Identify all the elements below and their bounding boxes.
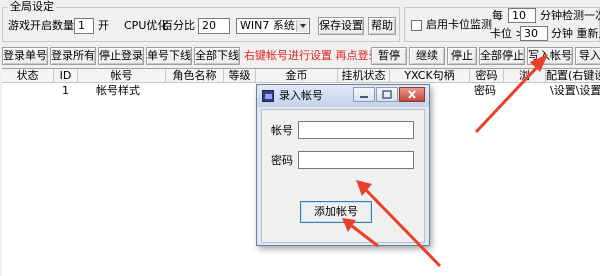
enable-card-monitor-checkbox[interactable]: [411, 20, 422, 31]
every-label: 每: [492, 9, 503, 22]
login-one-button[interactable]: 登录单号: [2, 47, 48, 65]
cell-id: 1: [62, 84, 69, 97]
header-account[interactable]: 帐号: [78, 69, 166, 83]
cell-account: 帐号样式: [96, 84, 140, 97]
import-button[interactable]: 导入: [575, 47, 600, 65]
cell-config: \设置\设置\: [550, 84, 600, 97]
dialog-titlebar[interactable]: 录入帐号: [257, 85, 429, 107]
every-suffix: 分钟检测一次一: [540, 9, 600, 22]
game-count-input[interactable]: 1: [74, 18, 94, 34]
save-settings-button[interactable]: 保存设置: [318, 17, 364, 35]
header-level[interactable]: 等级: [224, 69, 256, 83]
import-account-button[interactable]: 写入帐号: [527, 47, 573, 65]
stop-all-button[interactable]: 全部停止: [479, 47, 525, 65]
enable-card-monitor-label: 启用卡位监测: [426, 18, 492, 31]
minimize-button[interactable]: [353, 87, 375, 102]
cell-browser: [506, 84, 544, 98]
os-select[interactable]: WIN7 系统: [236, 18, 310, 34]
card-suffix: 分钟 重新上: [551, 27, 600, 40]
header-hang-status[interactable]: 挂机状态: [338, 69, 390, 83]
header-browser[interactable]: 浏: [504, 69, 546, 83]
table-header: 状态 ID 帐号 角色名称 等级 金币 挂机状态 YXCK句柄 密码 浏 配置(…: [2, 69, 600, 83]
logout-one-button[interactable]: 单号下线: [146, 47, 192, 65]
maximize-icon: [382, 90, 392, 99]
percent-input[interactable]: 20: [198, 18, 230, 34]
resume-button[interactable]: 继续: [409, 47, 445, 65]
help-button[interactable]: 帮助: [368, 17, 396, 35]
header-handle[interactable]: YXCK句柄: [390, 69, 470, 83]
header-role-name[interactable]: 角色名称: [166, 69, 224, 83]
account-label: 帐号: [271, 124, 293, 137]
password-input[interactable]: [298, 151, 414, 169]
logout-all-button[interactable]: 全部下线: [194, 47, 240, 65]
toolbar-hint: 右键帐号进行设置 再点登录: [244, 49, 380, 62]
cell-password: 密码: [474, 84, 496, 97]
minimize-icon: [360, 96, 368, 98]
cell-status: [6, 84, 52, 98]
global-settings-title: 全局设定: [8, 0, 56, 14]
maximize-button[interactable]: [376, 87, 398, 102]
open-label: 开: [98, 19, 109, 32]
header-gold[interactable]: 金币: [256, 69, 338, 83]
header-status[interactable]: 状态: [2, 69, 54, 83]
stop-login-button[interactable]: 停止登录: [98, 47, 144, 65]
game-count-label: 游戏开启数量: [8, 19, 74, 32]
stop-button[interactable]: 停止: [447, 47, 477, 65]
cell-role: [168, 84, 222, 98]
cell-level: [226, 84, 254, 98]
password-label: 密码: [271, 154, 293, 167]
add-account-dialog: 录入帐号 帐号 密码 添加帐号: [256, 84, 430, 246]
card-minutes-input[interactable]: 30: [520, 26, 548, 41]
percent-label: 百分比: [162, 19, 195, 32]
add-account-button[interactable]: 添加帐号: [300, 201, 372, 223]
app-icon: [262, 90, 274, 102]
header-id[interactable]: ID: [54, 69, 78, 83]
header-password[interactable]: 密码: [470, 69, 504, 83]
os-select-value: WIN7 系统: [240, 19, 295, 32]
pause-button[interactable]: 暂停: [371, 47, 407, 65]
login-all-button[interactable]: 登录所有: [50, 47, 96, 65]
close-icon: [408, 90, 416, 99]
dialog-title: 录入帐号: [279, 89, 323, 102]
dialog-body: 帐号 密码 添加帐号: [261, 109, 425, 243]
chevron-down-icon: [296, 20, 308, 32]
header-config[interactable]: 配置(右键设: [546, 69, 600, 83]
close-button[interactable]: [399, 87, 425, 102]
every-minutes-input[interactable]: 10: [508, 8, 536, 23]
account-input[interactable]: [298, 121, 414, 139]
